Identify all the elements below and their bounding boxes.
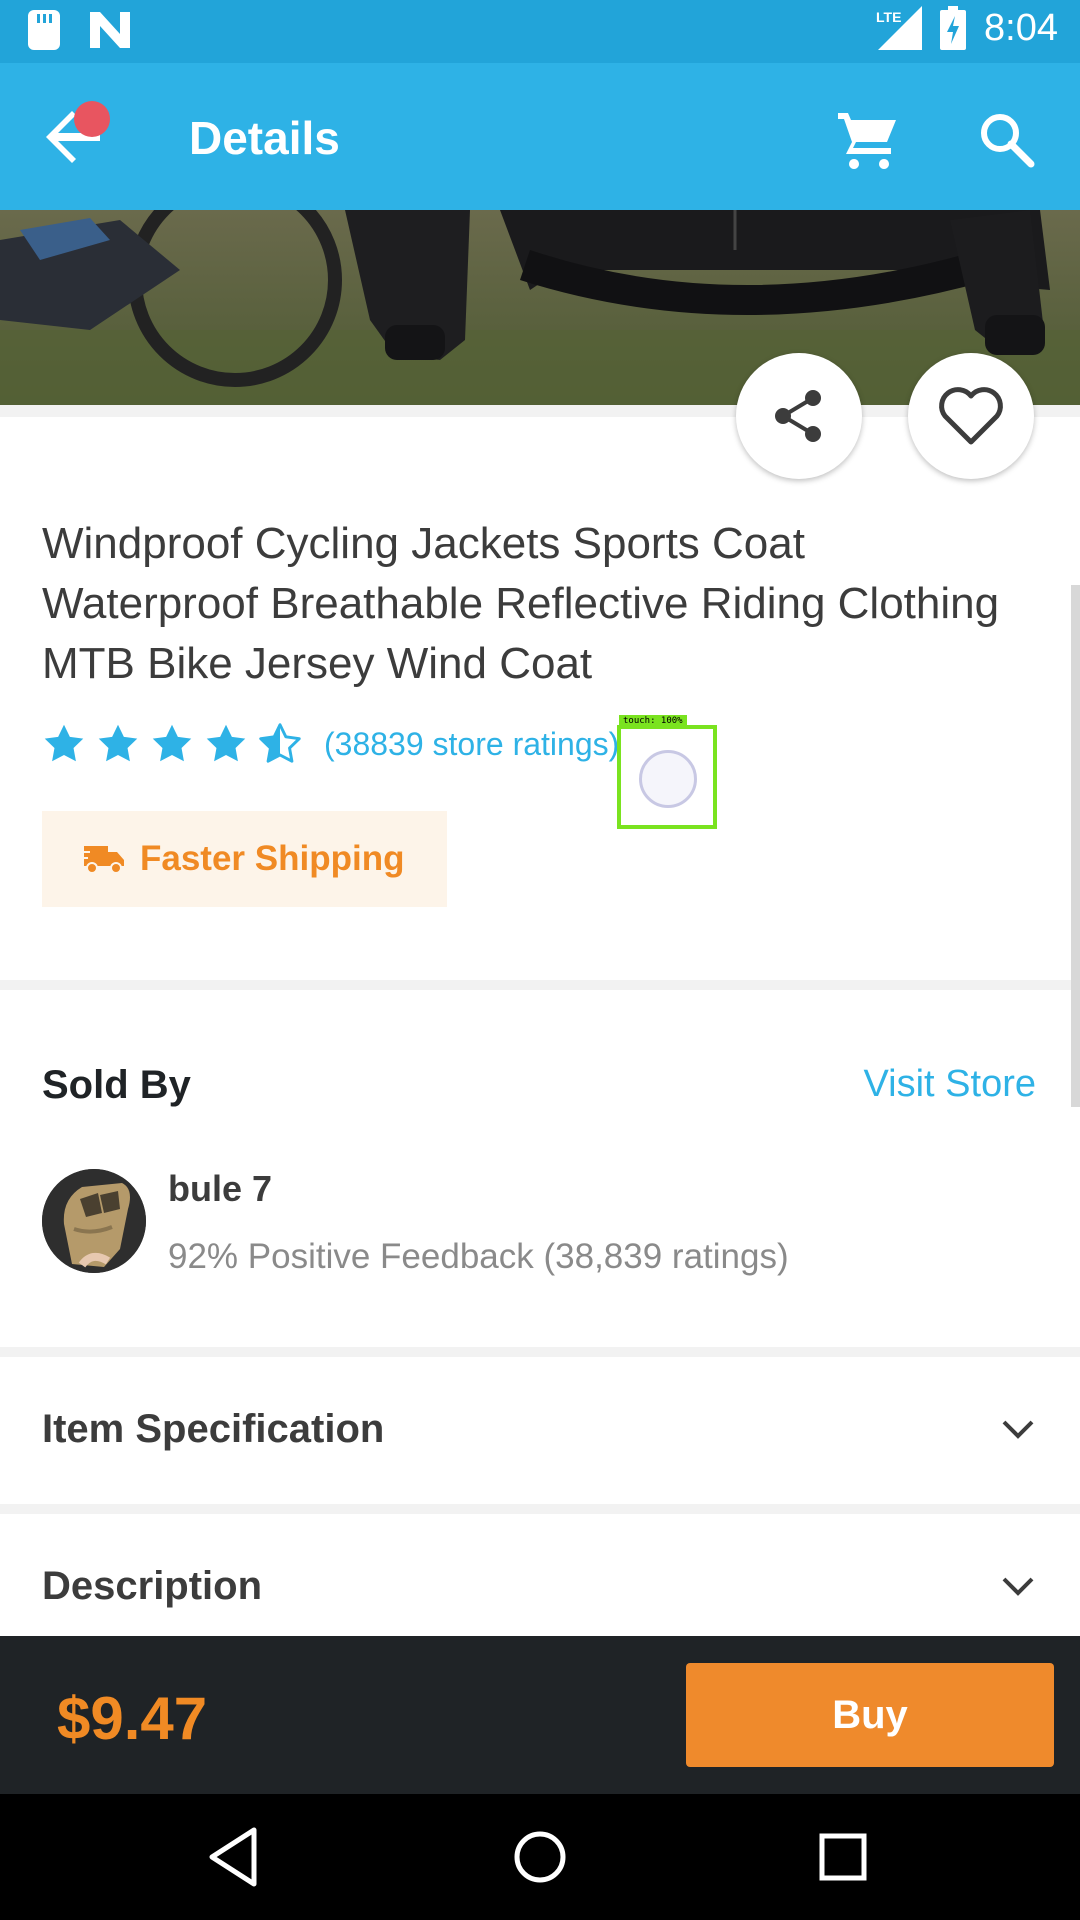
star-icon	[206, 724, 246, 762]
section-divider	[0, 1347, 1080, 1357]
search-icon[interactable]	[976, 109, 1036, 169]
lte-signal-icon: LTE	[876, 6, 923, 50]
heart-icon	[939, 387, 1003, 445]
chevron-down-icon[interactable]	[998, 1410, 1038, 1450]
system-nav-bar	[0, 1794, 1080, 1920]
notification-dot	[74, 101, 110, 137]
sd-card-icon	[28, 10, 60, 50]
seller-name[interactable]: bule 7	[168, 1168, 272, 1210]
touch-indicator-circle	[639, 750, 697, 808]
sold-by-heading: Sold By	[42, 1063, 191, 1107]
store-ratings-link[interactable]: (38839 store ratings)	[324, 726, 619, 763]
nav-home-icon[interactable]	[505, 1822, 575, 1892]
share-icon	[775, 390, 821, 442]
star-rating	[42, 722, 302, 766]
star-icon	[44, 724, 84, 762]
seller-avatar[interactable]	[42, 1169, 146, 1273]
star-icon	[98, 724, 138, 762]
seller-feedback: 92% Positive Feedback (38,839 ratings)	[168, 1237, 789, 1276]
battery-charging-icon	[940, 6, 967, 50]
rating-row[interactable]: (38839 store ratings)	[42, 722, 619, 766]
page-title: Details	[189, 112, 340, 164]
cart-icon[interactable]	[836, 109, 900, 173]
item-specification-header[interactable]: Item Specification	[42, 1407, 384, 1452]
buy-button[interactable]: Buy	[686, 1663, 1054, 1767]
product-photo	[0, 210, 1080, 405]
share-button[interactable]	[736, 353, 862, 479]
nav-recents-icon[interactable]	[808, 1822, 878, 1892]
truck-icon	[82, 846, 124, 874]
app-bar: Details	[0, 63, 1080, 210]
price: $9.47	[57, 1685, 208, 1752]
svg-text:LTE: LTE	[876, 9, 901, 25]
shipping-badge-label: Faster Shipping	[140, 839, 405, 878]
product-image[interactable]	[0, 210, 1080, 405]
purchase-bar: $9.47 Buy	[0, 1636, 1080, 1794]
chevron-down-icon[interactable]	[998, 1567, 1038, 1607]
section-divider	[0, 980, 1080, 990]
status-bar: LTE 8:04	[0, 0, 1080, 63]
status-time: 8:04	[984, 6, 1058, 49]
visit-store-link[interactable]: Visit Store	[864, 1063, 1036, 1106]
favorite-button[interactable]	[908, 353, 1034, 479]
half-star-icon	[259, 723, 301, 763]
description-header[interactable]: Description	[42, 1564, 262, 1609]
glove-avatar-image	[42, 1169, 146, 1273]
section-divider	[0, 1504, 1080, 1514]
scrollbar[interactable]	[1071, 585, 1080, 1107]
product-title: Windproof Cycling Jackets Sports Coat Wa…	[42, 519, 1000, 688]
n-app-icon	[90, 12, 130, 48]
shipping-badge: Faster Shipping	[42, 811, 447, 907]
nav-back-icon[interactable]	[200, 1822, 270, 1892]
star-icon	[152, 724, 192, 762]
